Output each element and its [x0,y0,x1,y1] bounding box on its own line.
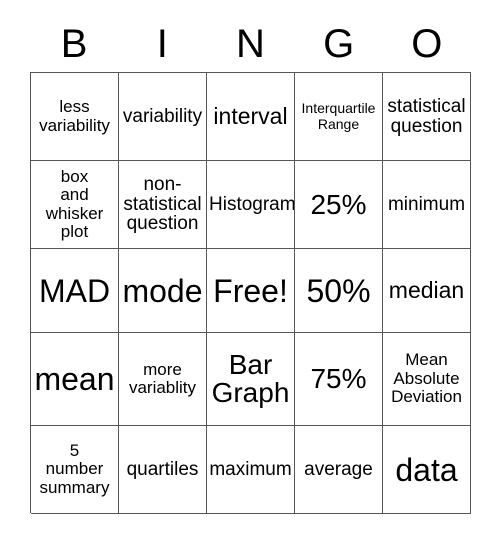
bingo-card: B I N G O less variability variability interva… [0,0,500,544]
bingo-cell-label: box and whisker plot [45,166,104,241]
bingo-cell-label: interval [213,102,288,129]
bingo-cell-label: mode [122,272,203,309]
bingo-cell[interactable]: mode [119,249,207,333]
bingo-cell-label: quartiles [126,458,199,480]
bingo-header-row: BINGO [30,18,471,70]
bingo-cell-label: minimum [387,193,466,215]
bingo-cell[interactable]: quartiles [119,426,207,514]
bingo-cell[interactable]: Histogram [207,161,295,249]
bingo-header-letter-n: N [236,22,265,66]
bingo-cell[interactable]: 75% [295,333,383,426]
bingo-cell[interactable]: variability [119,73,207,161]
bingo-cell-label: 50% [306,272,371,309]
bingo-cell[interactable]: interval [207,73,295,161]
bingo-cell[interactable]: less variability [31,73,119,161]
bingo-cell[interactable]: mean [31,333,119,426]
bingo-cell-label: median [388,276,465,303]
bingo-cell-label: MAD [38,272,111,309]
bingo-cell-label: 5 number summary [39,440,110,497]
bingo-cell[interactable]: minimum [383,161,471,249]
bingo-cell[interactable]: non- statistical question [119,161,207,249]
bingo-cell[interactable]: maximum [207,426,295,514]
bingo-cell[interactable]: 25% [295,161,383,249]
bingo-cell[interactable]: data [383,426,471,514]
bingo-cell[interactable]: 50% [295,249,383,333]
bingo-cell[interactable]: statistical question [383,73,471,161]
bingo-header-letter-i: I [156,22,168,66]
bingo-cell-label: average [304,458,373,480]
bingo-header-letter-g: G [323,22,355,66]
bingo-cell-label: data [395,451,458,488]
bingo-cell-label: non- statistical question [123,173,202,235]
bingo-cell-label: Histogram [209,193,295,215]
bingo-cell[interactable]: average [295,426,383,514]
bingo-cell[interactable]: MAD [31,249,119,333]
bingo-cell-label: mean [34,361,115,397]
bingo-cell-label: Free! [213,272,288,309]
bingo-cell-label: Interquartile Range [301,99,376,132]
bingo-cell[interactable]: Interquartile Range [295,73,383,161]
bingo-header-letter-b: B [60,22,88,66]
bingo-cell-label: Mean Absolute Deviation [391,350,462,407]
bingo-header-letter-o: O [411,22,443,66]
bingo-cell[interactable]: Mean Absolute Deviation [383,333,471,426]
bingo-cell-label: maximum [209,458,292,480]
bingo-cell-label: less variability [39,97,110,135]
bingo-cell[interactable]: Bar Graph [207,333,295,426]
bingo-cell-label: more variablity [128,359,197,397]
bingo-cell-label: 75% [310,363,367,394]
bingo-cell[interactable]: more variablity [119,333,207,426]
bingo-cell-label: 25% [310,188,367,220]
bingo-cell[interactable]: 5 number summary [31,426,119,514]
bingo-cell[interactable]: median [383,249,471,333]
bingo-cell-label: Bar Graph [211,349,290,408]
bingo-cell-label: statistical question [387,95,466,137]
bingo-cell[interactable]: Free! [207,249,295,333]
bingo-grid: less variability variability interval Inter… [30,72,471,514]
bingo-cell-label: variability [122,105,203,127]
bingo-cell[interactable]: box and whisker plot [31,161,119,249]
